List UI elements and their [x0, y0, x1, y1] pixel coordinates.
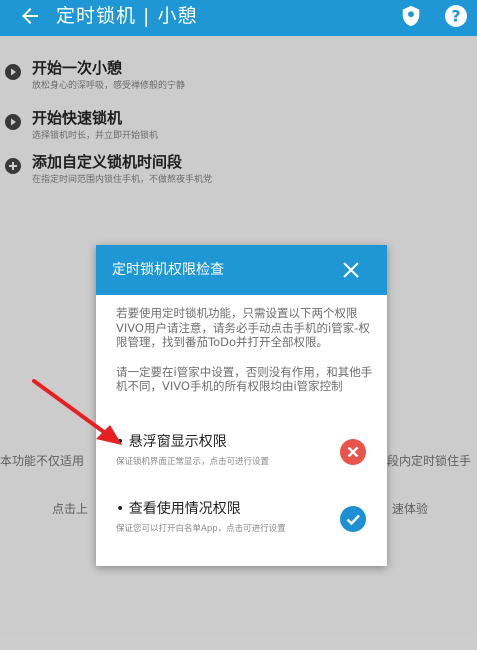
permission-dialog: 定时锁机权限检查 若要使用定时锁机功能，只需设置以下两个权限 VIVO用户请注意… — [96, 245, 387, 566]
dialog-title: 定时锁机权限检查 — [112, 262, 224, 278]
app-title: 定时锁机 | 小憩 — [56, 5, 198, 27]
permission-usage-item[interactable]: • 查看使用情况权限 保证您可以打开白名单App，点击可进行设置 — [116, 500, 378, 540]
dialog-header: 定时锁机权限检查 — [96, 245, 387, 295]
granted-check-icon[interactable] — [340, 506, 366, 532]
dialog-paragraph: 请一定要在i管家中设置，否则没有作用，和其他手机不同，VIVO手机的所有权限均由… — [116, 364, 373, 394]
permission-name: • 查看使用情况权限 — [116, 501, 241, 517]
back-arrow-icon[interactable] — [18, 4, 42, 28]
help-icon[interactable]: ? — [444, 4, 468, 28]
red-arrow-annotation — [32, 379, 122, 445]
app-bar: 定时锁机 | 小憩 ? — [0, 0, 477, 36]
close-icon[interactable] — [342, 261, 360, 279]
permission-name: • 悬浮窗显示权限 — [116, 434, 227, 450]
dialog-paragraph: VIVO用户请注意，请务必手动点击手机的i管家-权限管理，找到番茄ToDo并打开… — [116, 320, 370, 350]
svg-text:?: ? — [451, 7, 460, 26]
permission-overlay-item[interactable]: • 悬浮窗显示权限 保证锁机界面正常显示，点击可进行设置 — [116, 433, 378, 473]
permission-description: 保证您可以打开白名单App，点击可进行设置 — [116, 524, 286, 534]
shield-location-icon[interactable] — [400, 4, 422, 28]
dialog-paragraph: 若要使用定时锁机功能，只需设置以下两个权限 — [116, 306, 358, 320]
denied-icon[interactable] — [340, 439, 366, 465]
dialog-body: 若要使用定时锁机功能，只需设置以下两个权限 VIVO用户请注意，请务必手动点击手… — [116, 306, 374, 394]
permission-description: 保证锁机界面正常显示，点击可进行设置 — [116, 457, 270, 467]
